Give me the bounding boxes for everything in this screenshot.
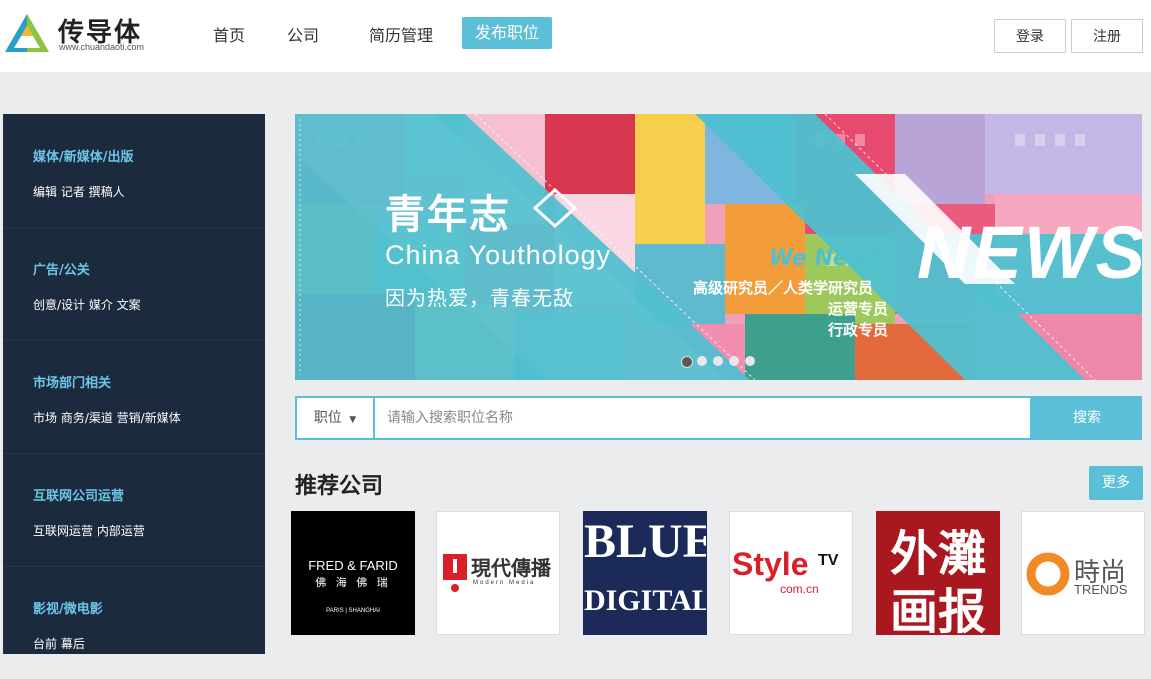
recommended-companies-title: 推荐公司 <box>295 474 384 499</box>
banner-position-1: 高级研究员／人类学研究员 <box>693 279 874 297</box>
company-logo-text: Modern Media <box>473 580 536 586</box>
search-input[interactable] <box>373 396 1032 440</box>
logo-subtext: www.chuandaoti.com <box>59 42 145 52</box>
company-logo-text: 佛 海 佛 瑞 <box>315 576 391 589</box>
nav-resume-management[interactable]: 简历管理 <box>369 22 433 46</box>
more-companies-button[interactable]: 更多 <box>1089 466 1143 500</box>
post-job-button[interactable]: 发布职位 <box>462 17 552 49</box>
job-search-bar: 职位 ▼ 搜索 <box>295 396 1142 440</box>
company-logo-text: com.cn <box>780 582 819 596</box>
search-type-dropdown[interactable]: 职位 ▼ <box>295 396 373 440</box>
category-subitems[interactable]: 编辑 记者 撰稿人 <box>33 183 125 200</box>
company-logo-bund-pictorial[interactable]: 外灘 画报 <box>876 511 1000 635</box>
caret-down-icon: ▼ <box>349 415 357 425</box>
nav-companies[interactable]: 公司 <box>287 22 319 46</box>
banner-title-en: China Youthology <box>385 240 612 270</box>
category-title[interactable]: 影视/微电影 <box>33 598 103 617</box>
nav-home[interactable]: 首页 <box>213 22 245 46</box>
company-logo-fred-farid[interactable]: FRED & FARID 佛 海 佛 瑞 PARIS | SHANGHAI <box>291 511 415 635</box>
company-logo-text: DIGITAL <box>584 584 707 617</box>
company-logo-text: FRED & FARID <box>308 558 398 573</box>
search-type-label: 职位 <box>313 410 342 426</box>
trends-ring-icon <box>1026 552 1070 596</box>
category-internet-ops[interactable]: 互联网公司运营 互联网运营 内部运营 <box>3 453 265 567</box>
company-logo-styletv[interactable]: Style TV com.cn <box>729 511 853 635</box>
category-title[interactable]: 互联网公司运营 <box>33 485 124 504</box>
category-marketing[interactable]: 市场部门相关 市场 商务/渠道 营销/新媒体 <box>3 340 265 454</box>
category-title[interactable]: 媒体/新媒体/出版 <box>33 146 134 165</box>
banner-position-2: 运营专员 <box>828 300 889 318</box>
search-button[interactable]: 搜索 <box>1032 396 1142 440</box>
company-logo-text: BLUE <box>584 515 707 568</box>
modern-media-mark-icon <box>443 554 467 592</box>
carousel-dot[interactable] <box>697 356 707 366</box>
company-logo-blue-digital[interactable]: BLUE DIGITAL <box>583 511 707 635</box>
carousel-dots <box>681 356 761 368</box>
company-logo-text: TV <box>818 552 839 569</box>
category-subitems[interactable]: 互联网运营 内部运营 <box>33 522 145 539</box>
banner-title-cn: 青年志 <box>385 192 511 238</box>
top-header: 传导体 www.chuandaoti.com 首页 公司 简历管理 发布职位 登… <box>0 0 1151 72</box>
category-advertising[interactable]: 广告/公关 创意/设计 媒介 文案 <box>3 227 265 341</box>
category-film[interactable]: 影视/微电影 台前 幕后 <box>3 566 265 679</box>
banner-slogan: 因为热爱，青春无敌 <box>385 286 574 310</box>
company-logo-text: 現代傳播 <box>471 556 551 580</box>
category-subitems[interactable]: 创意/设计 媒介 文案 <box>33 296 141 313</box>
carousel-dot[interactable] <box>729 356 739 366</box>
banner-news: NEWS <box>917 211 1142 294</box>
category-title[interactable]: 广告/公关 <box>33 259 90 278</box>
category-title[interactable]: 市场部门相关 <box>33 372 111 391</box>
category-media[interactable]: 媒体/新媒体/出版 编辑 记者 撰稿人 <box>3 114 265 228</box>
promo-banner[interactable]: 青年志 China Youthology 因为热爱，青春无敌 We Need N… <box>295 114 1142 380</box>
category-sidebar: 媒体/新媒体/出版 编辑 记者 撰稿人 广告/公关 创意/设计 媒介 文案 市场… <box>3 114 265 654</box>
site-logo[interactable]: 传导体 www.chuandaoti.com <box>3 10 153 58</box>
category-subitems[interactable]: 台前 幕后 <box>33 635 85 652</box>
banner-we-need: We Need <box>769 246 879 271</box>
carousel-dot[interactable] <box>713 356 723 366</box>
category-subitems[interactable]: 市场 商务/渠道 营销/新媒体 <box>33 409 181 426</box>
banner-position-3: 行政专员 <box>828 321 889 339</box>
company-logo-text: PARIS | SHANGHAI <box>326 608 380 614</box>
company-logo-text: Style <box>732 546 809 582</box>
company-logo-trends[interactable]: 時尚 TRENDS <box>1021 511 1145 635</box>
carousel-dot[interactable] <box>745 356 755 366</box>
company-logo-text: 画报 <box>889 584 986 635</box>
carousel-dot[interactable] <box>681 356 693 368</box>
company-logo-modern-media[interactable]: 現代傳播 Modern Media <box>436 511 560 635</box>
logo-triangle-icon <box>5 14 49 52</box>
login-button[interactable]: 登录 <box>994 19 1066 53</box>
register-button[interactable]: 注册 <box>1071 19 1143 53</box>
company-logo-text: TRENDS <box>1074 582 1128 597</box>
